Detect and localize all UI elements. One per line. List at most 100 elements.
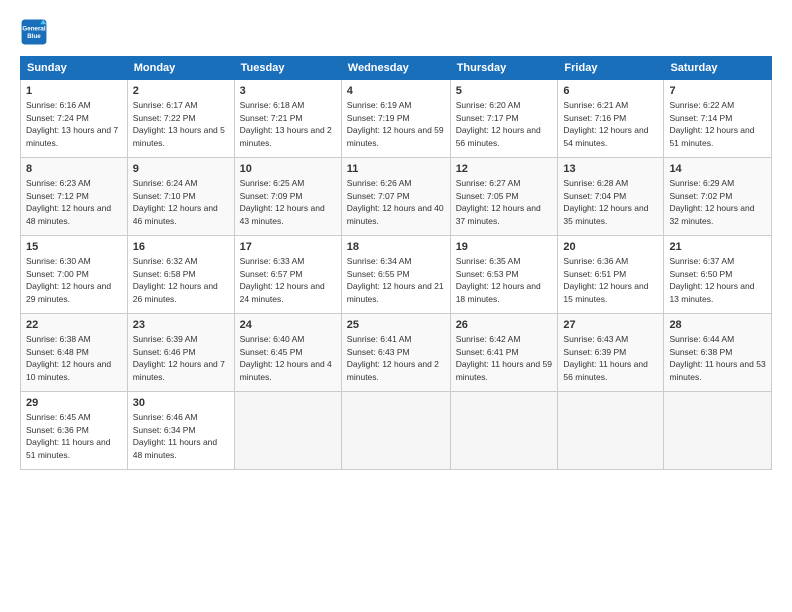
day-number: 26	[456, 318, 553, 333]
calendar-cell: 27 Sunrise: 6:43 AMSunset: 6:39 PMDaylig…	[558, 314, 664, 392]
calendar-cell: 11 Sunrise: 6:26 AMSunset: 7:07 PMDaylig…	[341, 158, 450, 236]
calendar-header-thursday: Thursday	[450, 57, 558, 80]
day-number: 18	[347, 240, 445, 255]
day-info: Sunrise: 6:23 AMSunset: 7:12 PMDaylight:…	[26, 178, 111, 226]
calendar-cell: 20 Sunrise: 6:36 AMSunset: 6:51 PMDaylig…	[558, 236, 664, 314]
calendar-cell	[341, 392, 450, 470]
calendar-week-1: 1 Sunrise: 6:16 AMSunset: 7:24 PMDayligh…	[21, 80, 772, 158]
calendar-week-5: 29 Sunrise: 6:45 AMSunset: 6:36 PMDaylig…	[21, 392, 772, 470]
calendar-cell: 23 Sunrise: 6:39 AMSunset: 6:46 PMDaylig…	[127, 314, 234, 392]
calendar-cell: 30 Sunrise: 6:46 AMSunset: 6:34 PMDaylig…	[127, 392, 234, 470]
day-number: 21	[669, 240, 766, 255]
calendar-week-4: 22 Sunrise: 6:38 AMSunset: 6:48 PMDaylig…	[21, 314, 772, 392]
day-info: Sunrise: 6:18 AMSunset: 7:21 PMDaylight:…	[240, 100, 332, 148]
calendar-cell: 9 Sunrise: 6:24 AMSunset: 7:10 PMDayligh…	[127, 158, 234, 236]
day-info: Sunrise: 6:33 AMSunset: 6:57 PMDaylight:…	[240, 256, 325, 304]
day-info: Sunrise: 6:25 AMSunset: 7:09 PMDaylight:…	[240, 178, 325, 226]
day-info: Sunrise: 6:16 AMSunset: 7:24 PMDaylight:…	[26, 100, 118, 148]
day-info: Sunrise: 6:24 AMSunset: 7:10 PMDaylight:…	[133, 178, 218, 226]
svg-text:General: General	[22, 25, 45, 32]
calendar-cell: 29 Sunrise: 6:45 AMSunset: 6:36 PMDaylig…	[21, 392, 128, 470]
calendar-cell: 7 Sunrise: 6:22 AMSunset: 7:14 PMDayligh…	[664, 80, 772, 158]
day-info: Sunrise: 6:26 AMSunset: 7:07 PMDaylight:…	[347, 178, 444, 226]
calendar-cell: 6 Sunrise: 6:21 AMSunset: 7:16 PMDayligh…	[558, 80, 664, 158]
calendar-header-monday: Monday	[127, 57, 234, 80]
day-number: 22	[26, 318, 122, 333]
calendar-cell: 26 Sunrise: 6:42 AMSunset: 6:41 PMDaylig…	[450, 314, 558, 392]
day-info: Sunrise: 6:41 AMSunset: 6:43 PMDaylight:…	[347, 334, 439, 382]
day-info: Sunrise: 6:35 AMSunset: 6:53 PMDaylight:…	[456, 256, 541, 304]
calendar-cell: 19 Sunrise: 6:35 AMSunset: 6:53 PMDaylig…	[450, 236, 558, 314]
header: General Blue	[20, 18, 772, 46]
calendar-cell: 12 Sunrise: 6:27 AMSunset: 7:05 PMDaylig…	[450, 158, 558, 236]
day-number: 24	[240, 318, 336, 333]
day-info: Sunrise: 6:20 AMSunset: 7:17 PMDaylight:…	[456, 100, 541, 148]
logo: General Blue	[20, 18, 48, 46]
day-number: 25	[347, 318, 445, 333]
calendar-table: SundayMondayTuesdayWednesdayThursdayFrid…	[20, 56, 772, 470]
logo-icon: General Blue	[20, 18, 48, 46]
calendar-cell: 1 Sunrise: 6:16 AMSunset: 7:24 PMDayligh…	[21, 80, 128, 158]
day-info: Sunrise: 6:19 AMSunset: 7:19 PMDaylight:…	[347, 100, 444, 148]
day-info: Sunrise: 6:36 AMSunset: 6:51 PMDaylight:…	[563, 256, 648, 304]
day-info: Sunrise: 6:39 AMSunset: 6:46 PMDaylight:…	[133, 334, 225, 382]
calendar-cell: 21 Sunrise: 6:37 AMSunset: 6:50 PMDaylig…	[664, 236, 772, 314]
day-number: 6	[563, 84, 658, 99]
day-number: 5	[456, 84, 553, 99]
day-info: Sunrise: 6:30 AMSunset: 7:00 PMDaylight:…	[26, 256, 111, 304]
calendar-cell: 8 Sunrise: 6:23 AMSunset: 7:12 PMDayligh…	[21, 158, 128, 236]
day-number: 13	[563, 162, 658, 177]
day-info: Sunrise: 6:22 AMSunset: 7:14 PMDaylight:…	[669, 100, 754, 148]
day-info: Sunrise: 6:21 AMSunset: 7:16 PMDaylight:…	[563, 100, 648, 148]
calendar-week-2: 8 Sunrise: 6:23 AMSunset: 7:12 PMDayligh…	[21, 158, 772, 236]
day-info: Sunrise: 6:29 AMSunset: 7:02 PMDaylight:…	[669, 178, 754, 226]
day-number: 23	[133, 318, 229, 333]
calendar-cell: 16 Sunrise: 6:32 AMSunset: 6:58 PMDaylig…	[127, 236, 234, 314]
day-info: Sunrise: 6:27 AMSunset: 7:05 PMDaylight:…	[456, 178, 541, 226]
day-number: 17	[240, 240, 336, 255]
calendar-cell: 13 Sunrise: 6:28 AMSunset: 7:04 PMDaylig…	[558, 158, 664, 236]
calendar-header-tuesday: Tuesday	[234, 57, 341, 80]
calendar-cell: 18 Sunrise: 6:34 AMSunset: 6:55 PMDaylig…	[341, 236, 450, 314]
day-number: 7	[669, 84, 766, 99]
day-number: 14	[669, 162, 766, 177]
calendar-cell	[234, 392, 341, 470]
svg-text:Blue: Blue	[27, 33, 41, 40]
calendar-cell	[450, 392, 558, 470]
day-number: 9	[133, 162, 229, 177]
calendar-cell: 28 Sunrise: 6:44 AMSunset: 6:38 PMDaylig…	[664, 314, 772, 392]
day-number: 27	[563, 318, 658, 333]
day-number: 16	[133, 240, 229, 255]
page: General Blue SundayMondayTuesdayWednesda…	[0, 0, 792, 612]
day-info: Sunrise: 6:32 AMSunset: 6:58 PMDaylight:…	[133, 256, 218, 304]
day-info: Sunrise: 6:45 AMSunset: 6:36 PMDaylight:…	[26, 412, 110, 460]
calendar-cell: 2 Sunrise: 6:17 AMSunset: 7:22 PMDayligh…	[127, 80, 234, 158]
day-number: 20	[563, 240, 658, 255]
calendar-cell: 5 Sunrise: 6:20 AMSunset: 7:17 PMDayligh…	[450, 80, 558, 158]
calendar-week-3: 15 Sunrise: 6:30 AMSunset: 7:00 PMDaylig…	[21, 236, 772, 314]
day-number: 15	[26, 240, 122, 255]
calendar-cell: 22 Sunrise: 6:38 AMSunset: 6:48 PMDaylig…	[21, 314, 128, 392]
day-number: 28	[669, 318, 766, 333]
day-number: 10	[240, 162, 336, 177]
day-info: Sunrise: 6:38 AMSunset: 6:48 PMDaylight:…	[26, 334, 111, 382]
day-number: 2	[133, 84, 229, 99]
day-info: Sunrise: 6:40 AMSunset: 6:45 PMDaylight:…	[240, 334, 332, 382]
calendar-header-saturday: Saturday	[664, 57, 772, 80]
day-number: 3	[240, 84, 336, 99]
day-info: Sunrise: 6:34 AMSunset: 6:55 PMDaylight:…	[347, 256, 444, 304]
day-number: 29	[26, 396, 122, 411]
day-info: Sunrise: 6:44 AMSunset: 6:38 PMDaylight:…	[669, 334, 765, 382]
day-number: 8	[26, 162, 122, 177]
day-info: Sunrise: 6:37 AMSunset: 6:50 PMDaylight:…	[669, 256, 754, 304]
day-number: 12	[456, 162, 553, 177]
day-number: 11	[347, 162, 445, 177]
day-number: 4	[347, 84, 445, 99]
calendar-cell: 17 Sunrise: 6:33 AMSunset: 6:57 PMDaylig…	[234, 236, 341, 314]
day-number: 30	[133, 396, 229, 411]
calendar-cell	[558, 392, 664, 470]
calendar-cell: 3 Sunrise: 6:18 AMSunset: 7:21 PMDayligh…	[234, 80, 341, 158]
calendar-header-friday: Friday	[558, 57, 664, 80]
calendar-cell: 15 Sunrise: 6:30 AMSunset: 7:00 PMDaylig…	[21, 236, 128, 314]
calendar-cell: 14 Sunrise: 6:29 AMSunset: 7:02 PMDaylig…	[664, 158, 772, 236]
